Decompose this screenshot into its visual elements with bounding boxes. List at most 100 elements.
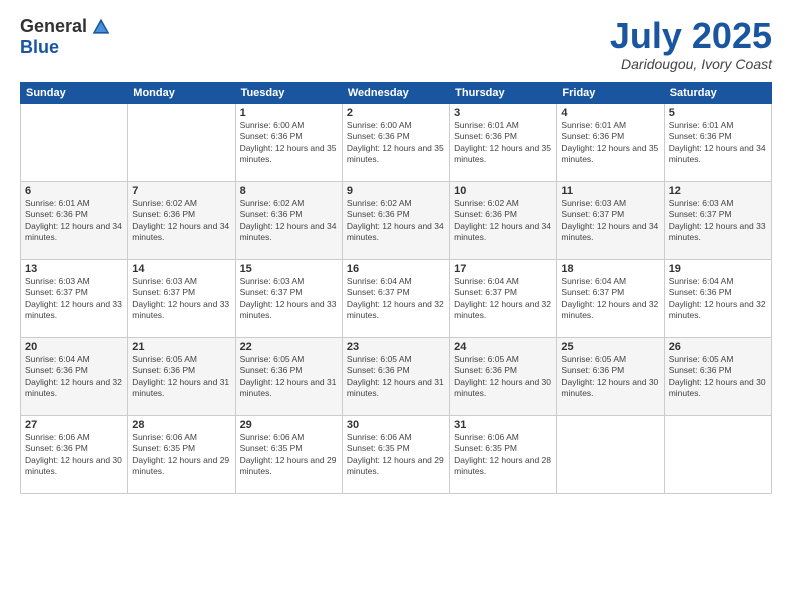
- day-number: 30: [347, 419, 445, 431]
- logo: General Blue: [20, 16, 111, 58]
- day-detail: Sunrise: 6:06 AM Sunset: 6:35 PM Dayligh…: [347, 432, 445, 478]
- day-detail: Sunrise: 6:03 AM Sunset: 6:37 PM Dayligh…: [25, 276, 123, 322]
- calendar-day-cell: 29Sunrise: 6:06 AM Sunset: 6:35 PM Dayli…: [235, 415, 342, 493]
- day-number: 6: [25, 185, 123, 197]
- day-number: 23: [347, 341, 445, 353]
- header: General Blue July 2025 Daridougou, Ivory…: [20, 16, 772, 72]
- day-number: 3: [454, 107, 552, 119]
- day-number: 5: [669, 107, 767, 119]
- day-number: 17: [454, 263, 552, 275]
- day-detail: Sunrise: 6:04 AM Sunset: 6:37 PM Dayligh…: [347, 276, 445, 322]
- location-subtitle: Daridougou, Ivory Coast: [610, 56, 772, 72]
- calendar-week-row: 20Sunrise: 6:04 AM Sunset: 6:36 PM Dayli…: [21, 337, 772, 415]
- day-detail: Sunrise: 6:04 AM Sunset: 6:37 PM Dayligh…: [454, 276, 552, 322]
- logo-icon: [91, 17, 111, 37]
- day-detail: Sunrise: 6:00 AM Sunset: 6:36 PM Dayligh…: [240, 120, 338, 166]
- day-detail: Sunrise: 6:06 AM Sunset: 6:35 PM Dayligh…: [240, 432, 338, 478]
- day-number: 8: [240, 185, 338, 197]
- day-detail: Sunrise: 6:04 AM Sunset: 6:37 PM Dayligh…: [561, 276, 659, 322]
- day-number: 22: [240, 341, 338, 353]
- calendar-day-cell: 10Sunrise: 6:02 AM Sunset: 6:36 PM Dayli…: [450, 181, 557, 259]
- day-detail: Sunrise: 6:03 AM Sunset: 6:37 PM Dayligh…: [132, 276, 230, 322]
- day-detail: Sunrise: 6:06 AM Sunset: 6:35 PM Dayligh…: [454, 432, 552, 478]
- calendar-day-cell: 18Sunrise: 6:04 AM Sunset: 6:37 PM Dayli…: [557, 259, 664, 337]
- day-number: 11: [561, 185, 659, 197]
- calendar-day-cell: 24Sunrise: 6:05 AM Sunset: 6:36 PM Dayli…: [450, 337, 557, 415]
- day-detail: Sunrise: 6:02 AM Sunset: 6:36 PM Dayligh…: [240, 198, 338, 244]
- weekday-header: Wednesday: [342, 82, 449, 103]
- weekday-header: Thursday: [450, 82, 557, 103]
- day-number: 14: [132, 263, 230, 275]
- calendar-day-cell: 22Sunrise: 6:05 AM Sunset: 6:36 PM Dayli…: [235, 337, 342, 415]
- day-detail: Sunrise: 6:01 AM Sunset: 6:36 PM Dayligh…: [25, 198, 123, 244]
- calendar-week-row: 6Sunrise: 6:01 AM Sunset: 6:36 PM Daylig…: [21, 181, 772, 259]
- calendar-day-cell: 11Sunrise: 6:03 AM Sunset: 6:37 PM Dayli…: [557, 181, 664, 259]
- day-detail: Sunrise: 6:05 AM Sunset: 6:36 PM Dayligh…: [561, 354, 659, 400]
- calendar-day-cell: 23Sunrise: 6:05 AM Sunset: 6:36 PM Dayli…: [342, 337, 449, 415]
- day-number: 25: [561, 341, 659, 353]
- day-number: 18: [561, 263, 659, 275]
- calendar-day-cell: [21, 103, 128, 181]
- weekday-header: Sunday: [21, 82, 128, 103]
- calendar-week-row: 13Sunrise: 6:03 AM Sunset: 6:37 PM Dayli…: [21, 259, 772, 337]
- weekday-header: Monday: [128, 82, 235, 103]
- calendar-day-cell: 5Sunrise: 6:01 AM Sunset: 6:36 PM Daylig…: [664, 103, 771, 181]
- day-number: 24: [454, 341, 552, 353]
- day-detail: Sunrise: 6:04 AM Sunset: 6:36 PM Dayligh…: [669, 276, 767, 322]
- calendar-day-cell: 3Sunrise: 6:01 AM Sunset: 6:36 PM Daylig…: [450, 103, 557, 181]
- logo-general-text: General: [20, 16, 87, 37]
- calendar-day-cell: 9Sunrise: 6:02 AM Sunset: 6:36 PM Daylig…: [342, 181, 449, 259]
- day-number: 1: [240, 107, 338, 119]
- weekday-header: Tuesday: [235, 82, 342, 103]
- calendar-day-cell: 17Sunrise: 6:04 AM Sunset: 6:37 PM Dayli…: [450, 259, 557, 337]
- day-detail: Sunrise: 6:06 AM Sunset: 6:35 PM Dayligh…: [132, 432, 230, 478]
- day-number: 28: [132, 419, 230, 431]
- day-detail: Sunrise: 6:01 AM Sunset: 6:36 PM Dayligh…: [454, 120, 552, 166]
- calendar-header-row: SundayMondayTuesdayWednesdayThursdayFrid…: [21, 82, 772, 103]
- day-detail: Sunrise: 6:05 AM Sunset: 6:36 PM Dayligh…: [240, 354, 338, 400]
- day-number: 31: [454, 419, 552, 431]
- day-detail: Sunrise: 6:02 AM Sunset: 6:36 PM Dayligh…: [347, 198, 445, 244]
- month-title: July 2025: [610, 16, 772, 56]
- calendar-day-cell: 13Sunrise: 6:03 AM Sunset: 6:37 PM Dayli…: [21, 259, 128, 337]
- calendar-day-cell: 19Sunrise: 6:04 AM Sunset: 6:36 PM Dayli…: [664, 259, 771, 337]
- day-detail: Sunrise: 6:02 AM Sunset: 6:36 PM Dayligh…: [454, 198, 552, 244]
- day-number: 16: [347, 263, 445, 275]
- day-number: 10: [454, 185, 552, 197]
- day-detail: Sunrise: 6:06 AM Sunset: 6:36 PM Dayligh…: [25, 432, 123, 478]
- calendar-day-cell: 31Sunrise: 6:06 AM Sunset: 6:35 PM Dayli…: [450, 415, 557, 493]
- calendar-day-cell: 1Sunrise: 6:00 AM Sunset: 6:36 PM Daylig…: [235, 103, 342, 181]
- day-detail: Sunrise: 6:05 AM Sunset: 6:36 PM Dayligh…: [454, 354, 552, 400]
- day-detail: Sunrise: 6:03 AM Sunset: 6:37 PM Dayligh…: [561, 198, 659, 244]
- calendar-day-cell: 2Sunrise: 6:00 AM Sunset: 6:36 PM Daylig…: [342, 103, 449, 181]
- calendar-day-cell: 28Sunrise: 6:06 AM Sunset: 6:35 PM Dayli…: [128, 415, 235, 493]
- day-number: 26: [669, 341, 767, 353]
- day-number: 19: [669, 263, 767, 275]
- calendar-day-cell: [128, 103, 235, 181]
- calendar-day-cell: 30Sunrise: 6:06 AM Sunset: 6:35 PM Dayli…: [342, 415, 449, 493]
- calendar-day-cell: 14Sunrise: 6:03 AM Sunset: 6:37 PM Dayli…: [128, 259, 235, 337]
- day-number: 27: [25, 419, 123, 431]
- day-number: 4: [561, 107, 659, 119]
- calendar-day-cell: 4Sunrise: 6:01 AM Sunset: 6:36 PM Daylig…: [557, 103, 664, 181]
- calendar-day-cell: 15Sunrise: 6:03 AM Sunset: 6:37 PM Dayli…: [235, 259, 342, 337]
- day-number: 13: [25, 263, 123, 275]
- day-number: 29: [240, 419, 338, 431]
- day-detail: Sunrise: 6:05 AM Sunset: 6:36 PM Dayligh…: [132, 354, 230, 400]
- calendar-day-cell: 16Sunrise: 6:04 AM Sunset: 6:37 PM Dayli…: [342, 259, 449, 337]
- calendar-day-cell: 7Sunrise: 6:02 AM Sunset: 6:36 PM Daylig…: [128, 181, 235, 259]
- day-detail: Sunrise: 6:05 AM Sunset: 6:36 PM Dayligh…: [669, 354, 767, 400]
- day-number: 20: [25, 341, 123, 353]
- calendar-day-cell: 21Sunrise: 6:05 AM Sunset: 6:36 PM Dayli…: [128, 337, 235, 415]
- day-detail: Sunrise: 6:05 AM Sunset: 6:36 PM Dayligh…: [347, 354, 445, 400]
- logo-blue-text: Blue: [20, 37, 59, 58]
- weekday-header: Friday: [557, 82, 664, 103]
- calendar-day-cell: 26Sunrise: 6:05 AM Sunset: 6:36 PM Dayli…: [664, 337, 771, 415]
- day-detail: Sunrise: 6:02 AM Sunset: 6:36 PM Dayligh…: [132, 198, 230, 244]
- calendar-day-cell: 20Sunrise: 6:04 AM Sunset: 6:36 PM Dayli…: [21, 337, 128, 415]
- day-detail: Sunrise: 6:01 AM Sunset: 6:36 PM Dayligh…: [669, 120, 767, 166]
- day-number: 2: [347, 107, 445, 119]
- day-number: 7: [132, 185, 230, 197]
- weekday-header: Saturday: [664, 82, 771, 103]
- day-detail: Sunrise: 6:03 AM Sunset: 6:37 PM Dayligh…: [669, 198, 767, 244]
